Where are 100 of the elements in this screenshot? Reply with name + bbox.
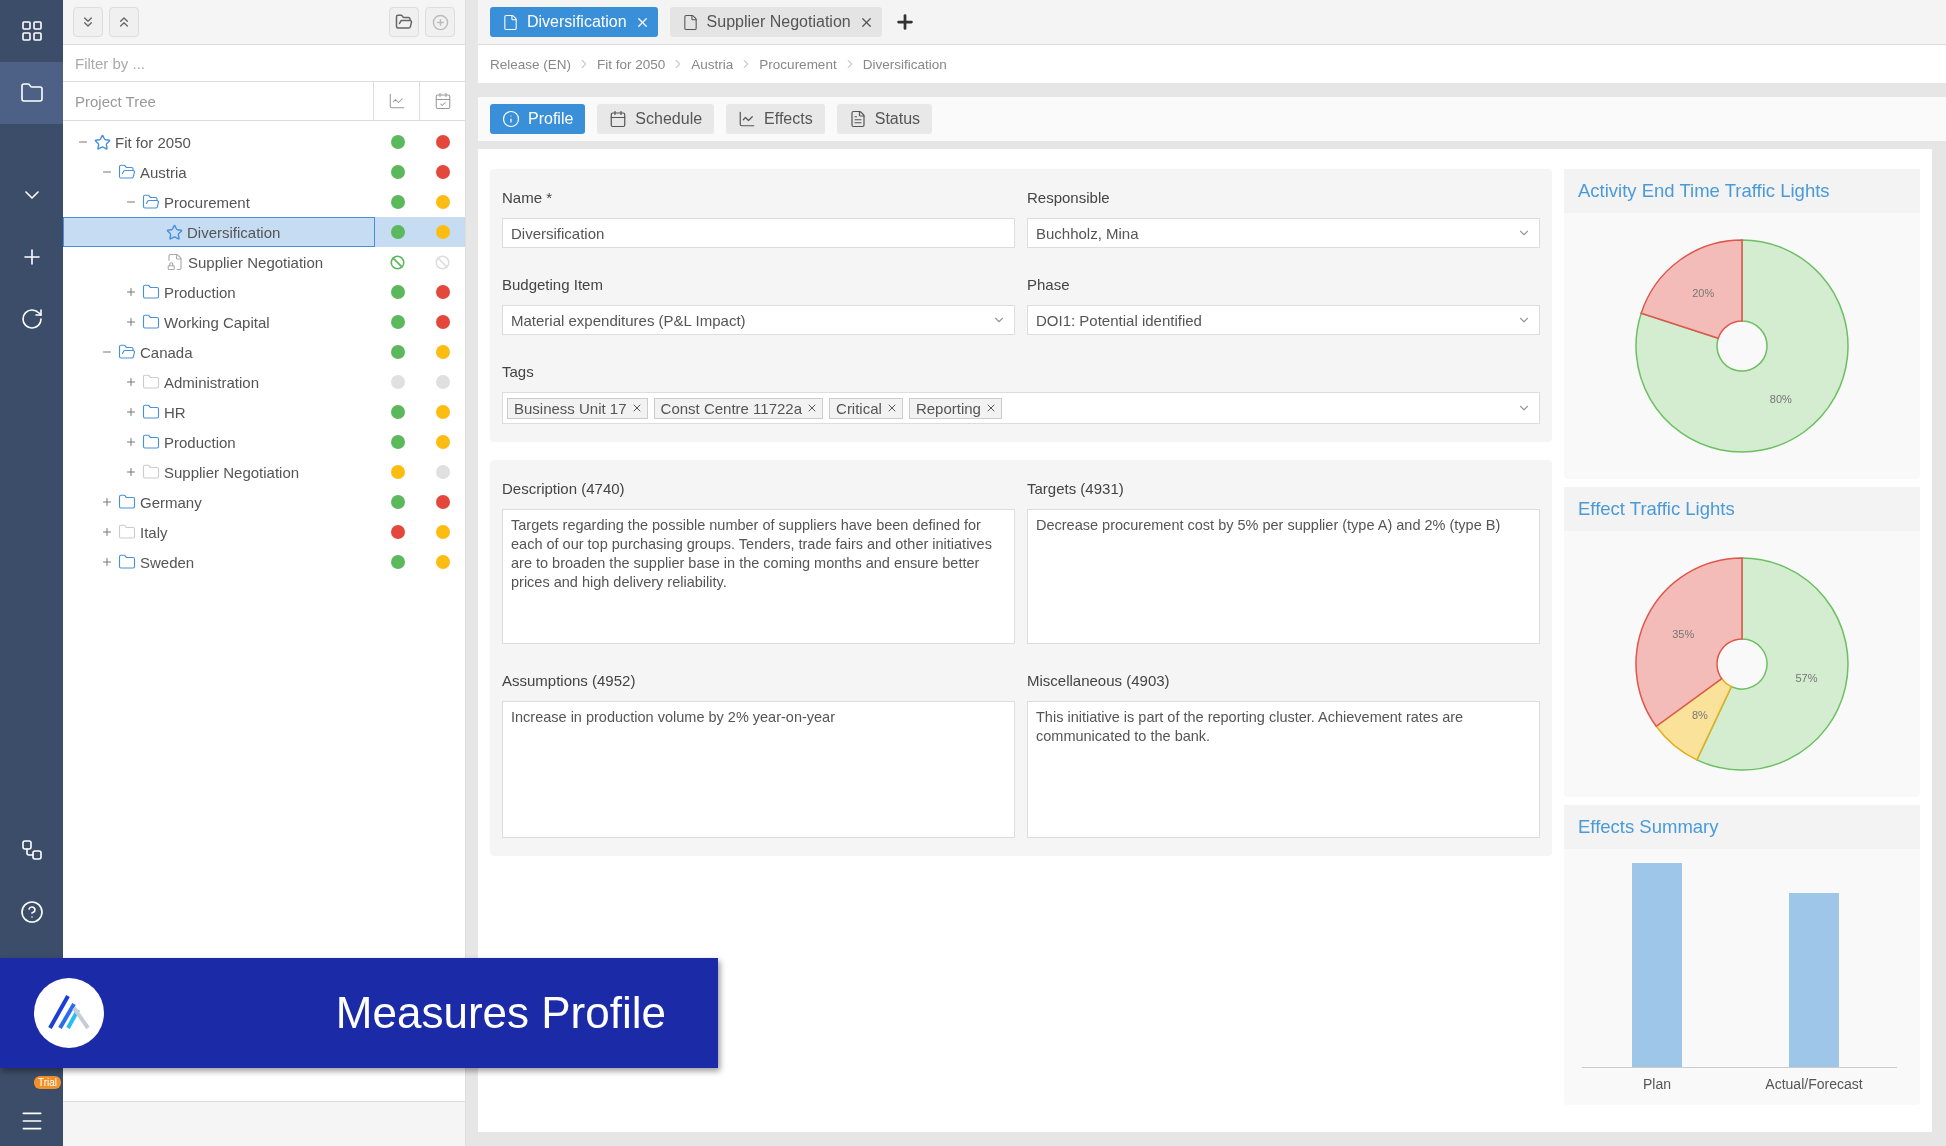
tree-node-label: Administration	[164, 373, 260, 391]
tree-row[interactable]: Germany	[63, 487, 465, 517]
tree-node-label: Supplier Negotiation	[188, 253, 324, 271]
tree-node-label: Diversification	[187, 223, 281, 241]
tree-row[interactable]: Supplier Negotiation	[63, 247, 465, 277]
breadcrumb-link[interactable]: Austria	[691, 56, 734, 72]
data-label: 35%	[1672, 628, 1695, 641]
breadcrumb-link[interactable]: Diversification	[862, 56, 947, 72]
apps-grid-icon	[19, 19, 44, 43]
tree-row[interactable]: Diversification	[63, 217, 465, 247]
text-area[interactable]: Increase in production volume by 2% year-on-year	[502, 701, 1015, 838]
text-field[interactable]: Diversification	[502, 218, 1015, 248]
tree-row[interactable]: Administration	[63, 367, 465, 397]
tree-node-label: Supplier Negotiation	[164, 463, 300, 481]
trial-badge: Trial	[34, 1076, 62, 1089]
tree-node-label: Fit for 2050	[115, 133, 191, 151]
line-chart-icon	[387, 92, 406, 110]
locked-document-icon	[166, 253, 184, 271]
donut-slice	[1635, 557, 1743, 728]
tree-node-label: HR	[164, 403, 186, 421]
tree-row[interactable]: Austria	[63, 157, 465, 187]
network-icon	[19, 838, 44, 862]
chart-title: Effect Traffic Lights	[1564, 487, 1920, 531]
folder-icon	[19, 81, 44, 105]
refresh-icon	[19, 307, 44, 331]
expand-icon[interactable]	[101, 496, 113, 508]
tree-row[interactable]: Italy	[63, 517, 465, 547]
section-tab[interactable]: Effects	[726, 104, 825, 134]
data-label: 57%	[1795, 672, 1818, 685]
tree-row[interactable]: Production	[63, 277, 465, 307]
expand-icon[interactable]	[125, 466, 137, 478]
expand-icon[interactable]	[125, 376, 137, 388]
line-chart-icon	[738, 110, 757, 128]
field-label: Assumptions (4952)	[502, 672, 637, 689]
dropdown-field[interactable]: Buchholz, Mina	[1027, 218, 1540, 248]
document-icon	[681, 13, 699, 31]
info-icon	[502, 110, 520, 128]
banner-title: Measures Profile	[334, 988, 667, 1038]
donut-slice: 20%	[1640, 239, 1743, 339]
open-folder-icon	[395, 13, 413, 31]
open-folder-button[interactable]	[389, 7, 419, 37]
dropdown-field[interactable]: DOI1: Potential identified	[1027, 305, 1540, 335]
tree-node-label: Austria	[140, 163, 187, 181]
expand-icon[interactable]	[125, 316, 137, 328]
tree-node-label: Germany	[140, 493, 202, 511]
tag: Critical	[829, 397, 903, 419]
chart-title: Activity End Time Traffic Lights	[1564, 169, 1920, 213]
field-label: Phase	[1027, 276, 1071, 293]
data-label: 20%	[1692, 286, 1715, 299]
breadcrumb-link[interactable]: Fit for 2050	[597, 56, 666, 72]
expand-icon[interactable]	[101, 526, 113, 538]
logo-icon	[34, 978, 104, 1048]
expand-icon[interactable]	[125, 436, 137, 448]
document-icon	[848, 110, 867, 128]
expand-all-button[interactable]	[73, 7, 103, 37]
tree-row[interactable]: Fit for 2050	[63, 127, 465, 157]
tree-node-label: Procurement	[164, 193, 250, 211]
breadcrumb-link[interactable]: Release (EN)	[490, 56, 572, 72]
text-area[interactable]: Decrease procurement cost by 5% per supplier (type A) and 2% (type B)	[1027, 509, 1540, 644]
tree-node-label: Working Capital	[164, 313, 270, 331]
text-area[interactable]: Targets regarding the possible number of suppliers have been defined for each of our top purchasing groups. Tenders, trade fairs and other initiatives are to broaden the supplier base in the coming months and ensure better prices and high delivery reliability.	[502, 509, 1015, 644]
tree-row[interactable]: HR	[63, 397, 465, 427]
calendar-icon	[609, 110, 628, 128]
field-label: Miscellaneous (4903)	[1027, 672, 1171, 689]
section-tab[interactable]: Status	[836, 104, 933, 134]
dropdown-field[interactable]: Material expenditures (P&L Impact)	[502, 305, 1015, 335]
tree-node-label: Italy	[140, 523, 168, 541]
axis-label: Actual/Forecast	[1765, 1076, 1863, 1092]
tree-row[interactable]: Procurement	[63, 187, 465, 217]
tag: Const Centre 11722a	[653, 397, 824, 419]
tree-node-label: Sweden	[140, 553, 195, 571]
axis-label: Plan	[1643, 1076, 1671, 1092]
expand-icon[interactable]	[125, 286, 137, 298]
tree-node-label: Production	[164, 433, 236, 451]
field-label: Description (4740)	[502, 480, 626, 497]
field-label: Responsible	[1027, 189, 1111, 206]
tree-row[interactable]: Sweden	[63, 547, 465, 577]
collapse-all-button[interactable]	[109, 7, 139, 37]
expand-icon[interactable]	[101, 556, 113, 568]
chart-title: Effects Summary	[1564, 805, 1920, 849]
tree-row[interactable]: Supplier Negotiation	[63, 457, 465, 487]
field-label: Tags	[502, 363, 535, 380]
help-icon	[19, 900, 44, 924]
tree-row[interactable]: Canada	[63, 337, 465, 367]
document-icon	[502, 13, 519, 31]
section-tab[interactable]: Schedule	[597, 104, 715, 134]
star-icon	[94, 133, 111, 151]
plus-circle-icon	[431, 13, 449, 31]
text-area[interactable]: This initiative is part of the reporting cluster. Achievement rates are communicated to the bank.	[1027, 701, 1540, 838]
tags-field[interactable]: Business Unit 17 Const Centre 11722a Critical Reporting	[502, 392, 1540, 424]
column-header: Project Tree	[74, 91, 157, 112]
rail-button[interactable]	[0, 62, 63, 124]
breadcrumb-link[interactable]: Procurement	[759, 56, 837, 72]
expand-icon[interactable]	[125, 406, 137, 418]
tree-row[interactable]: Working Capital	[63, 307, 465, 337]
tree-row[interactable]: Production	[63, 427, 465, 457]
add-button[interactable]	[425, 7, 455, 37]
document-tab[interactable]: Supplier Negotiation	[669, 7, 882, 37]
calendar-icon	[433, 92, 452, 110]
tag: Reporting	[908, 397, 1002, 419]
